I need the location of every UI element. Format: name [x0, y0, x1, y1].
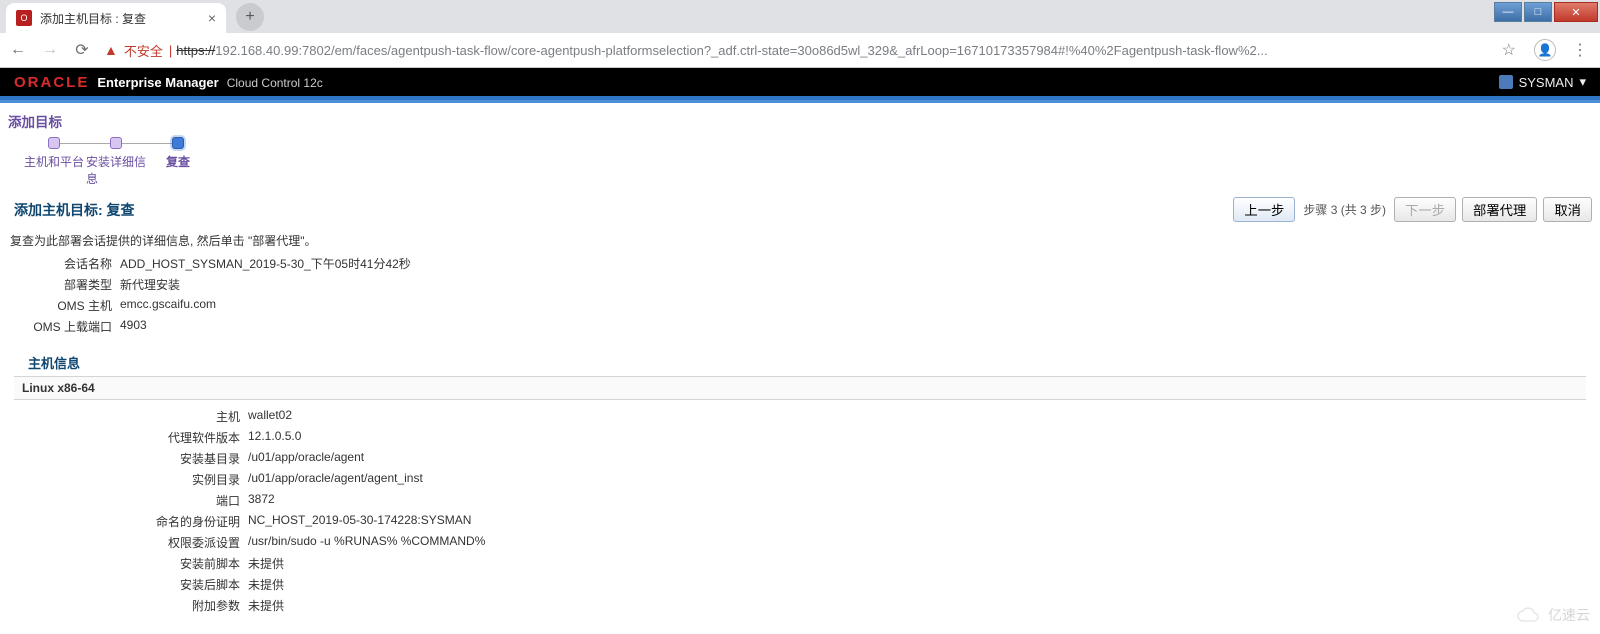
next-button: 下一步	[1394, 197, 1456, 222]
nav-forward-icon[interactable]: →	[40, 41, 60, 59]
watermark-text: 亿速云	[1548, 605, 1590, 625]
host-value: wallet02	[248, 408, 1592, 425]
favicon-icon: O	[16, 10, 32, 26]
train-label-1: 主机和平台	[24, 153, 84, 170]
browser-tab[interactable]: O 添加主机目标 : 复查 ×	[6, 3, 226, 33]
tab-close-icon[interactable]: ×	[208, 10, 216, 26]
named-cred-value: NC_HOST_2019-05-30-174228:SYSMAN	[248, 513, 1592, 530]
host-details: 主机 wallet02 代理软件版本 12.1.0.5.0 安装基目录 /u01…	[8, 408, 1592, 614]
step-indicator: 步骤 3 (共 3 步)	[1303, 201, 1386, 218]
cloud-icon	[1516, 607, 1542, 623]
window-minimize-button[interactable]: —	[1494, 2, 1522, 22]
train-step-3: 复查	[148, 137, 208, 170]
extra-args-value: 未提供	[248, 597, 1592, 614]
window-controls: — □ ✕	[1492, 2, 1598, 22]
back-button[interactable]: 上一步	[1233, 197, 1295, 222]
product-header: ORACLE Enterprise Manager Cloud Control …	[0, 68, 1600, 96]
tabs-row: O 添加主机目标 : 复查 × + — □ ✕	[0, 0, 1600, 33]
window-close-button[interactable]: ✕	[1554, 2, 1598, 22]
inst-dir-label: 实例目录	[8, 471, 248, 488]
breadcrumb: 添加目标	[8, 111, 1592, 131]
user-menu[interactable]: SYSMAN ▾	[1499, 74, 1586, 90]
oms-host-label: OMS 主机	[10, 297, 120, 314]
product-edition: Cloud Control 12c	[227, 76, 323, 90]
browser-chrome: O 添加主机目标 : 复查 × + — □ ✕ ← → ⟳ ▲ 不安全 | ht…	[0, 0, 1600, 68]
url-path: :7802/em/faces/agentpush-task-flow/core-…	[298, 43, 1267, 58]
pre-script-label: 安装前脚本	[8, 555, 248, 572]
oms-port-label: OMS 上载端口	[10, 318, 120, 335]
tab-title: 添加主机目标 : 复查	[40, 10, 200, 27]
deploy-type-label: 部署类型	[10, 276, 120, 293]
nav-reload-icon[interactable]: ⟳	[72, 40, 92, 60]
base-dir-label: 安装基目录	[8, 450, 248, 467]
train-step-1[interactable]: 主机和平台	[24, 137, 84, 170]
user-icon	[1499, 75, 1513, 89]
post-script-value: 未提供	[248, 576, 1592, 593]
agent-port-value: 3872	[248, 492, 1592, 509]
pre-script-value: 未提供	[248, 555, 1592, 572]
warning-icon: ▲	[104, 42, 118, 58]
extra-args-label: 附加参数	[8, 597, 248, 614]
session-name-value: ADD_HOST_SYSMAN_2019-5-30_下午05时41分42秒	[120, 255, 1592, 272]
url-row: ← → ⟳ ▲ 不安全 | https:// 192.168.40.99 :78…	[0, 33, 1600, 67]
cancel-button[interactable]: 取消	[1543, 197, 1592, 222]
host-label: 主机	[8, 408, 248, 425]
url-host: 192.168.40.99	[215, 43, 298, 58]
agent-version-label: 代理软件版本	[8, 429, 248, 446]
wizard-train: 主机和平台 安装详细信息 复查	[8, 137, 1592, 187]
platform-row: Linux x86-64	[14, 376, 1586, 400]
base-dir-value: /u01/app/oracle/agent	[248, 450, 1592, 467]
train-label-3: 复查	[166, 153, 190, 170]
username: SYSMAN	[1519, 75, 1574, 90]
train-label-2: 安装详细信息	[86, 153, 146, 187]
deploy-type-value: 新代理安装	[120, 276, 1592, 293]
nav-back-icon[interactable]: ←	[8, 41, 28, 59]
url-bar[interactable]: ▲ 不安全 | https:// 192.168.40.99 :7802/em/…	[104, 36, 1484, 64]
insecure-label: 不安全	[124, 41, 163, 60]
oracle-logo: ORACLE	[14, 74, 89, 91]
host-info-heading: 主机信息	[28, 353, 1592, 372]
watermark: 亿速云	[1516, 605, 1590, 625]
chevron-down-icon: ▾	[1579, 74, 1586, 90]
product-name: Enterprise Manager	[97, 75, 218, 90]
priv-label: 权限委派设置	[8, 534, 248, 551]
page-description: 复查为此部署会话提供的详细信息, 然后单击 "部署代理"。	[10, 232, 1592, 249]
page-title: 添加主机目标: 复查	[14, 200, 135, 220]
train-step-2[interactable]: 安装详细信息	[86, 137, 146, 187]
oms-port-value: 4903	[120, 318, 1592, 335]
deploy-button[interactable]: 部署代理	[1462, 197, 1537, 222]
named-cred-label: 命名的身份证明	[8, 513, 248, 530]
agent-port-label: 端口	[8, 492, 248, 509]
session-summary: 会话名称 ADD_HOST_SYSMAN_2019-5-30_下午05时41分4…	[10, 255, 1592, 335]
url-scheme: https://	[176, 43, 215, 58]
browser-menu-icon[interactable]: ⋮	[1568, 40, 1592, 60]
priv-value: /usr/bin/sudo -u %RUNAS% %COMMAND%	[248, 534, 1592, 551]
bookmark-icon[interactable]: ☆	[1502, 40, 1516, 60]
window-maximize-button[interactable]: □	[1524, 2, 1552, 22]
oms-host-value: emcc.gscaifu.com	[120, 297, 1592, 314]
wizard-buttons: 上一步 步骤 3 (共 3 步) 下一步 部署代理 取消	[1233, 197, 1592, 222]
post-script-label: 安装后脚本	[8, 576, 248, 593]
session-name-label: 会话名称	[10, 255, 120, 272]
inst-dir-value: /u01/app/oracle/agent/agent_inst	[248, 471, 1592, 488]
profile-icon[interactable]: 👤	[1534, 39, 1556, 61]
new-tab-button[interactable]: +	[236, 3, 264, 31]
agent-version-value: 12.1.0.5.0	[248, 429, 1592, 446]
